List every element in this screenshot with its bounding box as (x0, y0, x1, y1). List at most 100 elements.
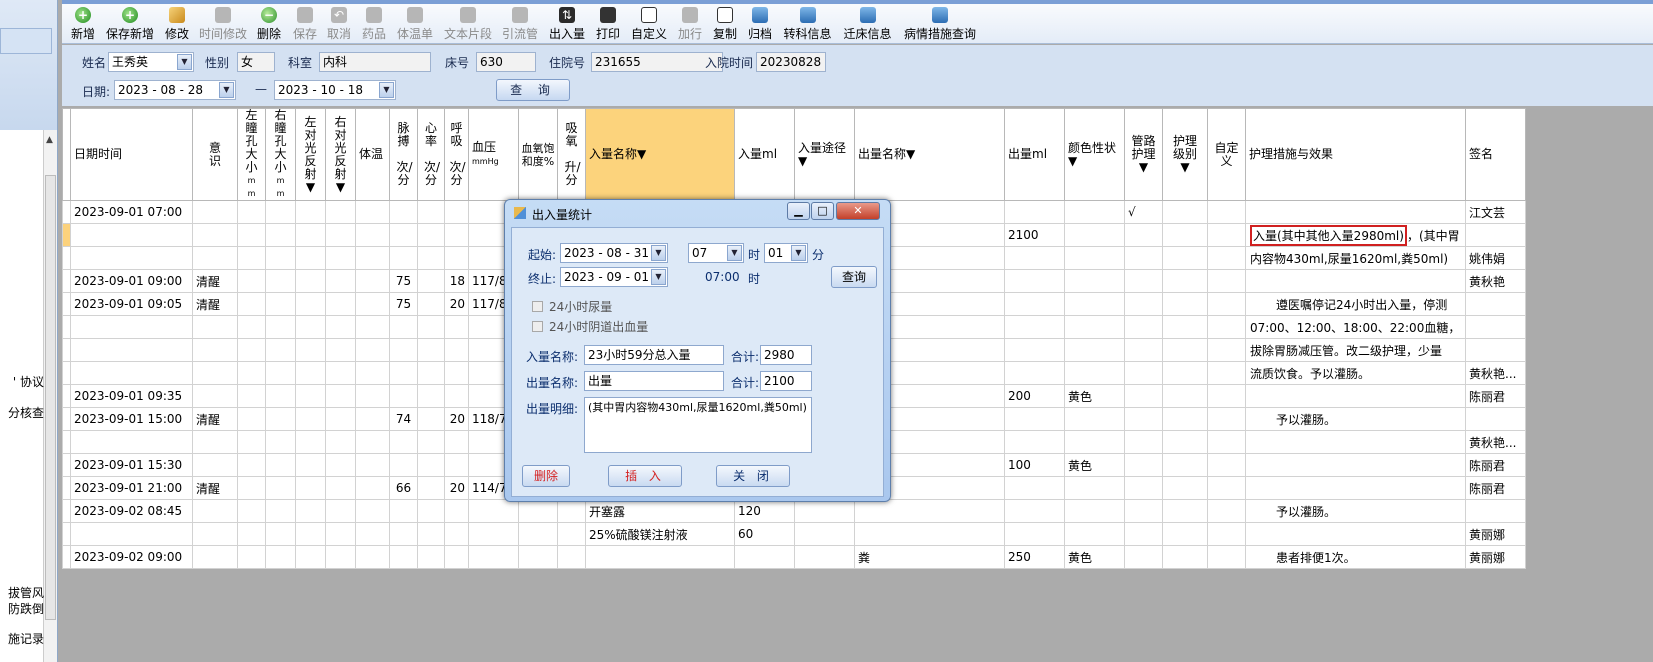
start-minute-select[interactable]: 01 ▼ (764, 243, 808, 263)
cell-con[interactable] (192, 338, 238, 362)
cell-pulse[interactable] (389, 338, 418, 362)
cell-pulse[interactable] (389, 361, 418, 385)
cell-empty[interactable] (417, 200, 445, 224)
cell-empty[interactable] (265, 522, 296, 546)
cell-empty[interactable] (355, 522, 390, 546)
col-care-level[interactable]: 护理级别▼ (1162, 108, 1208, 201)
cell-empty[interactable] (325, 545, 356, 569)
cell-empty[interactable] (265, 453, 296, 477)
cell-out-ml[interactable] (1004, 522, 1065, 546)
time-edit-button[interactable]: 时间修改 (197, 7, 249, 43)
cell-empty[interactable] (1207, 522, 1246, 546)
col-intake-ml[interactable]: 入量ml (734, 108, 795, 201)
cell-out-ml[interactable] (1004, 361, 1065, 385)
cell-color[interactable] (1064, 338, 1125, 362)
bed-move-info-button[interactable]: 迁床信息 (840, 7, 895, 43)
cell-color[interactable]: 黄色 (1064, 545, 1125, 569)
cell-note[interactable] (1245, 200, 1466, 224)
col-right-reflex[interactable]: 右对光反射▼ (325, 108, 356, 201)
drain-tube-button[interactable]: 引流管 (499, 7, 541, 43)
cell-empty[interactable] (295, 361, 326, 385)
cell-empty[interactable] (237, 453, 266, 477)
cell-empty[interactable] (1162, 384, 1208, 408)
cell-sign[interactable] (1465, 407, 1526, 431)
cell-color[interactable] (1064, 200, 1125, 224)
delete-button[interactable]: − 删除 (254, 7, 284, 43)
cell-empty[interactable] (1162, 476, 1208, 500)
cell-empty[interactable] (355, 384, 390, 408)
cell-note[interactable]: 遵医嘱停记24小时出入量，停测 (1245, 292, 1466, 316)
cell-empty[interactable] (295, 407, 326, 431)
cell-empty[interactable] (417, 292, 445, 316)
cell-empty[interactable] (325, 223, 356, 247)
cell-empty[interactable] (237, 200, 266, 224)
cell-empty[interactable] (1162, 545, 1208, 569)
maximize-icon[interactable]: □ (811, 202, 834, 220)
cell-note[interactable]: 予以灌肠。 (1245, 499, 1466, 523)
cell-empty[interactable] (295, 246, 326, 270)
cell-empty[interactable] (355, 269, 390, 293)
cell-empty[interactable] (518, 545, 558, 569)
cell-empty[interactable] (1207, 200, 1246, 224)
cell-color[interactable] (1064, 522, 1125, 546)
cell-dt[interactable]: 2023-09-01 15:00 (70, 407, 193, 431)
cell-pipe[interactable] (1124, 522, 1163, 546)
cell-dt[interactable] (70, 430, 193, 454)
cancel-button[interactable]: ↶ 取消 (324, 7, 354, 43)
cell-empty[interactable] (265, 200, 296, 224)
cell-empty[interactable] (237, 499, 266, 523)
cell-dt[interactable]: 2023-09-02 09:00 (70, 545, 193, 569)
cell-sign[interactable]: 黄秋艳 (1465, 269, 1526, 293)
cell-dt[interactable] (70, 338, 193, 362)
scroll-up-icon[interactable]: ▲ (46, 135, 53, 145)
temperature-chart-button[interactable]: 体温单 (394, 7, 436, 43)
table-row[interactable]: 2023-09-02 08:45 开塞露 120 予以灌肠。 (62, 499, 1526, 523)
cell-pulse[interactable]: 66 (389, 476, 418, 500)
col-left-reflex[interactable]: 左对光反射▼ (295, 108, 326, 201)
row-selector[interactable] (62, 200, 71, 224)
row-selector[interactable] (62, 246, 71, 270)
cell-dt[interactable]: 2023-09-01 15:30 (70, 453, 193, 477)
cell-empty[interactable] (1207, 269, 1246, 293)
text-snippet-button[interactable]: 文本片段 (442, 7, 494, 43)
cell-out-ml[interactable] (1004, 499, 1065, 523)
cell-empty[interactable] (1162, 499, 1208, 523)
row-selector[interactable] (62, 499, 71, 523)
cell-empty[interactable] (325, 315, 356, 339)
cell-empty[interactable] (265, 315, 296, 339)
cell-empty[interactable] (557, 545, 586, 569)
cell-empty[interactable] (237, 361, 266, 385)
cell-con[interactable] (192, 499, 238, 523)
cell-out-ml[interactable] (1004, 200, 1065, 224)
cell-color[interactable] (1064, 476, 1125, 500)
cell-con[interactable] (192, 223, 238, 247)
row-selector[interactable] (62, 338, 71, 362)
cell-empty[interactable] (265, 223, 296, 247)
cell-color[interactable] (1064, 315, 1125, 339)
chevron-down-icon[interactable]: ▼ (379, 82, 394, 98)
cell-out-ml[interactable] (1004, 315, 1065, 339)
cell-empty[interactable] (1162, 269, 1208, 293)
cell-empty[interactable] (355, 315, 390, 339)
cell-empty[interactable] (295, 338, 326, 362)
col-heart-rate[interactable]: 心率 次/分 (417, 108, 445, 201)
cell-resp[interactable] (444, 453, 469, 477)
cell-resp[interactable] (444, 499, 469, 523)
row-selector[interactable] (62, 453, 71, 477)
cell-empty[interactable] (295, 269, 326, 293)
cell-pipe[interactable] (1124, 430, 1163, 454)
cell-empty[interactable] (237, 292, 266, 316)
save-add-button[interactable]: + 保存新增 (104, 7, 156, 43)
cell-empty[interactable] (295, 384, 326, 408)
cell-pipe[interactable] (1124, 269, 1163, 293)
start-hour-select[interactable]: 07 ▼ (688, 243, 744, 263)
copy-button[interactable]: 复制 (710, 7, 740, 43)
cell-dt[interactable]: 2023-09-01 07:00 (70, 200, 193, 224)
cell-empty[interactable] (325, 269, 356, 293)
bleeding-checkbox[interactable] (532, 321, 543, 332)
chevron-down-icon[interactable]: ▼ (177, 54, 192, 70)
col-sign[interactable]: 签名 (1465, 108, 1526, 201)
cell-empty[interactable] (417, 246, 445, 270)
cell-resp[interactable] (444, 361, 469, 385)
cell-empty[interactable] (417, 338, 445, 362)
